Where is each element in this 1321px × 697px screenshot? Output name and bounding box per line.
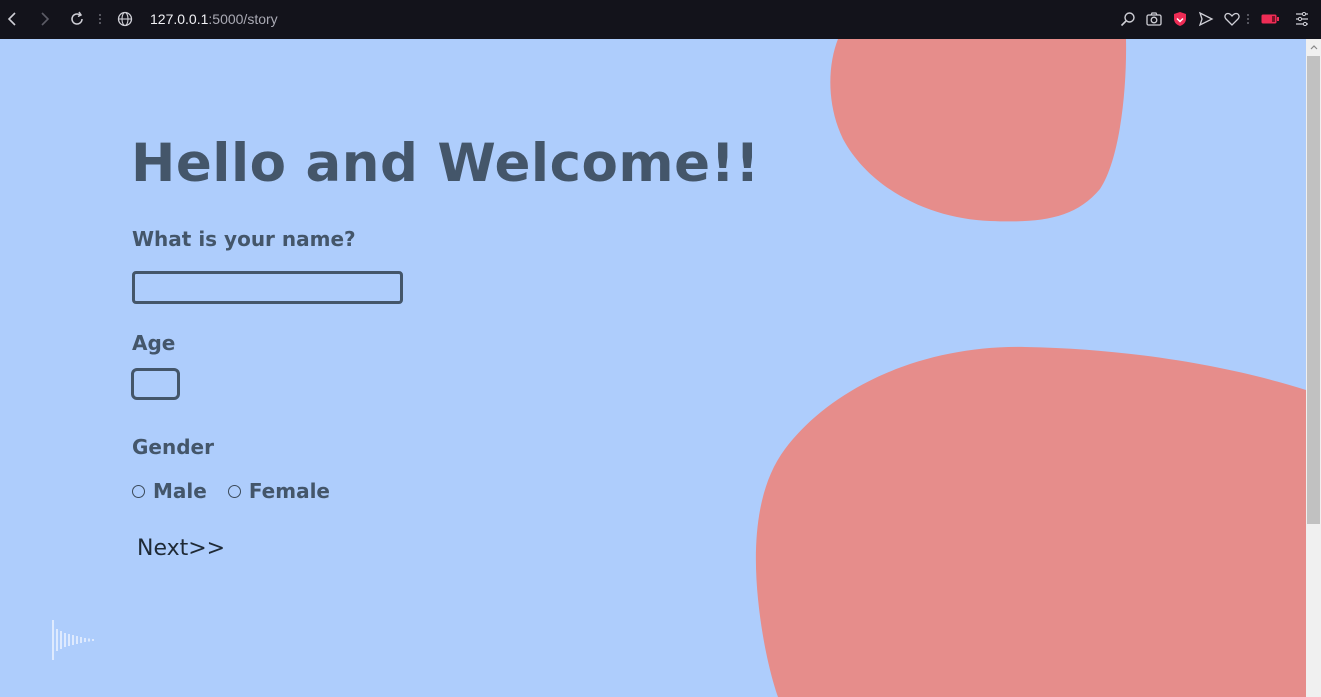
name-input[interactable] xyxy=(132,271,403,304)
gender-options: Male Female xyxy=(132,479,330,503)
url-path: :5000/story xyxy=(208,11,278,27)
female-radio[interactable] xyxy=(227,484,241,498)
send-icon[interactable] xyxy=(1197,10,1215,28)
back-icon[interactable] xyxy=(4,10,22,28)
site-info-icon[interactable] xyxy=(116,10,134,28)
browser-toolbar: 127.0.0.1:5000/story xyxy=(0,0,1321,39)
bottom-blob xyxy=(755,346,1306,697)
address-bar[interactable]: 127.0.0.1:5000/story xyxy=(150,11,278,27)
male-radio[interactable] xyxy=(132,484,145,498)
heart-icon[interactable] xyxy=(1223,10,1241,28)
top-blob xyxy=(830,39,1127,222)
audio-waveform-icon[interactable] xyxy=(52,619,98,661)
reload-icon[interactable] xyxy=(68,10,86,28)
page-title: Hello and Welcome!! xyxy=(131,133,760,194)
page-body: Hello and Welcome!! What is your name? A… xyxy=(0,39,1306,697)
scrollbar-thumb[interactable] xyxy=(1307,56,1320,524)
male-radio-label[interactable]: Male xyxy=(153,479,207,503)
forward-icon[interactable] xyxy=(36,10,54,28)
url-host: 127.0.0.1 xyxy=(150,11,209,27)
age-label: Age xyxy=(132,331,176,355)
female-radio-label[interactable]: Female xyxy=(249,479,330,503)
separator xyxy=(1247,14,1249,24)
search-zoom-icon[interactable] xyxy=(1119,10,1137,28)
battery-icon[interactable] xyxy=(1261,10,1279,28)
shield-icon[interactable] xyxy=(1171,10,1189,28)
camera-icon[interactable] xyxy=(1145,10,1163,28)
scroll-up-icon[interactable] xyxy=(1306,39,1321,54)
next-button[interactable]: Next>> xyxy=(137,536,225,561)
gender-label: Gender xyxy=(132,435,214,459)
separator xyxy=(99,14,101,24)
age-input[interactable] xyxy=(131,368,180,400)
vertical-scrollbar[interactable] xyxy=(1306,39,1321,697)
name-label: What is your name? xyxy=(132,227,356,251)
menu-icon[interactable] xyxy=(1293,10,1311,28)
